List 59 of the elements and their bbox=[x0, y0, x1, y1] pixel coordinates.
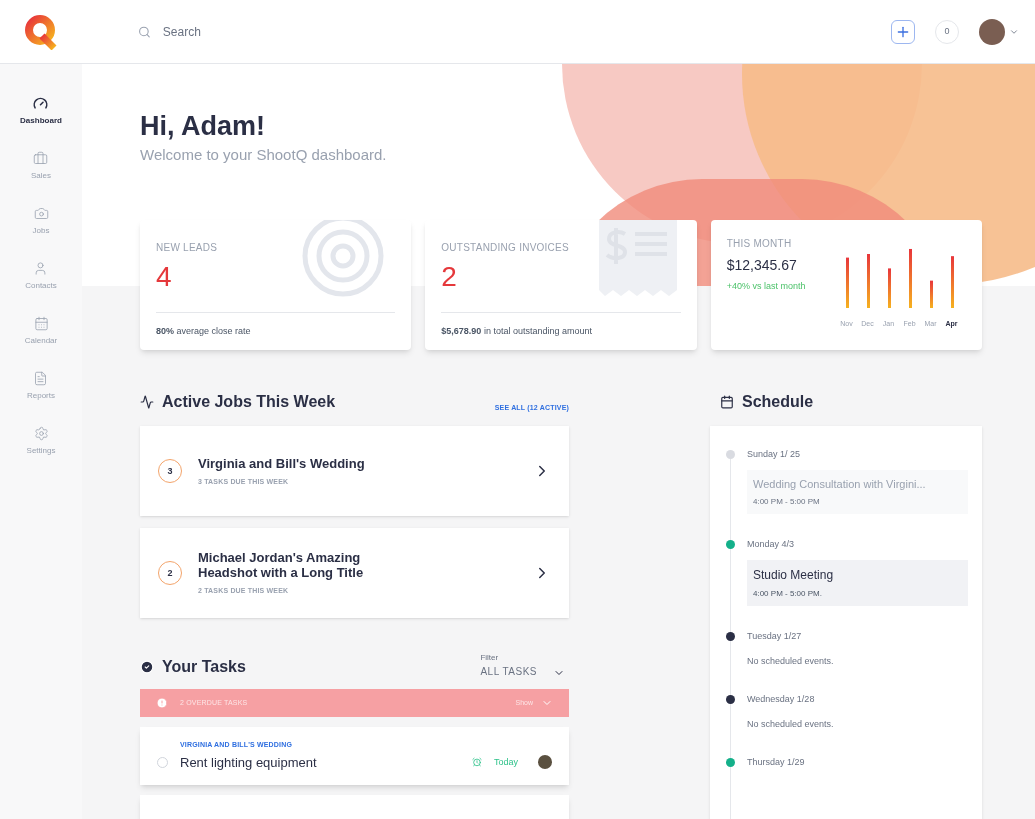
stat-value: 4 bbox=[156, 263, 173, 292]
calendar-icon bbox=[33, 316, 49, 331]
event-card[interactable]: Studio Meeting 4:00 PM - 5:00 PM. bbox=[747, 559, 968, 606]
empty-note: No scheduled events. bbox=[747, 655, 835, 669]
camera-icon bbox=[33, 206, 49, 221]
event-card[interactable]: Wedding Consultation with Virgini... 4:00 PM - 5:00 PM bbox=[747, 469, 968, 515]
check-circle-icon bbox=[140, 660, 154, 675]
pulse-icon bbox=[140, 395, 154, 410]
day-label: Sunday 1/ 25 bbox=[747, 448, 802, 462]
stat-footer: $5,678.90 in total outstanding amount bbox=[441, 312, 681, 351]
section-title: Active Jobs This Week bbox=[162, 392, 336, 413]
event-title: Studio Meeting bbox=[753, 566, 835, 584]
search-field[interactable]: Search bbox=[162, 22, 438, 41]
task-title: Rent lighting equipment bbox=[180, 753, 318, 772]
empty-note: No scheduled events. bbox=[747, 718, 835, 732]
section-title: Schedule bbox=[742, 392, 814, 413]
calendar-icon bbox=[720, 395, 734, 410]
task-due: Today bbox=[493, 755, 518, 769]
event-title: Wedding Consultation with Virgini... bbox=[753, 476, 927, 492]
day-label: Wednesday 1/28 bbox=[747, 692, 816, 706]
stat-label: NEW LEADS bbox=[156, 241, 218, 256]
event-time: 4:00 PM - 5:00 PM bbox=[753, 496, 821, 509]
sidebar-item[interactable]: Jobs bbox=[32, 206, 50, 237]
avatar bbox=[538, 755, 552, 770]
stat-footer: 80% average close rate bbox=[156, 312, 396, 351]
filter-label: Filter bbox=[480, 652, 500, 665]
stat-value: 2 bbox=[441, 263, 458, 292]
stat-label: THIS MONTH bbox=[726, 237, 793, 252]
section-title: Your Tasks bbox=[162, 657, 246, 678]
job-title: Michael Jordan's Amazing Headshot with a Long Title bbox=[198, 550, 365, 580]
day-label: Tuesday 1/27 bbox=[747, 629, 803, 643]
document-icon bbox=[33, 371, 49, 386]
add-button[interactable] bbox=[891, 19, 915, 44]
search-icon bbox=[138, 24, 151, 39]
stat-label: OUTSTANDING INVOICES bbox=[441, 241, 569, 256]
sidebar-item[interactable]: Settings bbox=[26, 426, 56, 457]
day-label: Monday 4/3 bbox=[747, 538, 796, 552]
stat-value: $12,345.67 bbox=[726, 256, 798, 276]
sidebar-item[interactable]: Contacts bbox=[25, 261, 57, 292]
person-icon bbox=[33, 261, 49, 276]
event-time: 4:00 PM - 5:00 PM. bbox=[753, 587, 823, 600]
receipt-icon bbox=[598, 220, 677, 299]
avatar[interactable] bbox=[979, 18, 1005, 45]
sidebar-item[interactable]: Calendar bbox=[24, 316, 58, 347]
filter-dropdown[interactable]: ALL TASKS bbox=[480, 664, 537, 680]
stat-change: +40% vs last month bbox=[726, 280, 807, 294]
gauge-icon bbox=[33, 96, 49, 111]
sidebar-item[interactable]: Dashboard bbox=[20, 96, 62, 127]
settings-icon bbox=[33, 426, 49, 441]
day-label: Thursday 1/29 bbox=[747, 755, 806, 769]
greeting-subtitle: Welcome to your ShootQ dashboard. bbox=[140, 144, 388, 165]
alarm-icon bbox=[471, 757, 482, 768]
job-title: Virginia and Bill's Wedding bbox=[198, 455, 366, 471]
logo-icon bbox=[24, 13, 58, 50]
alert-icon bbox=[156, 697, 168, 710]
briefcase-icon bbox=[33, 151, 49, 166]
sidebar-item[interactable]: Sales bbox=[31, 151, 51, 182]
greeting-title: Hi, Adam! bbox=[140, 110, 266, 143]
sidebar-item[interactable]: Reports bbox=[27, 371, 55, 402]
